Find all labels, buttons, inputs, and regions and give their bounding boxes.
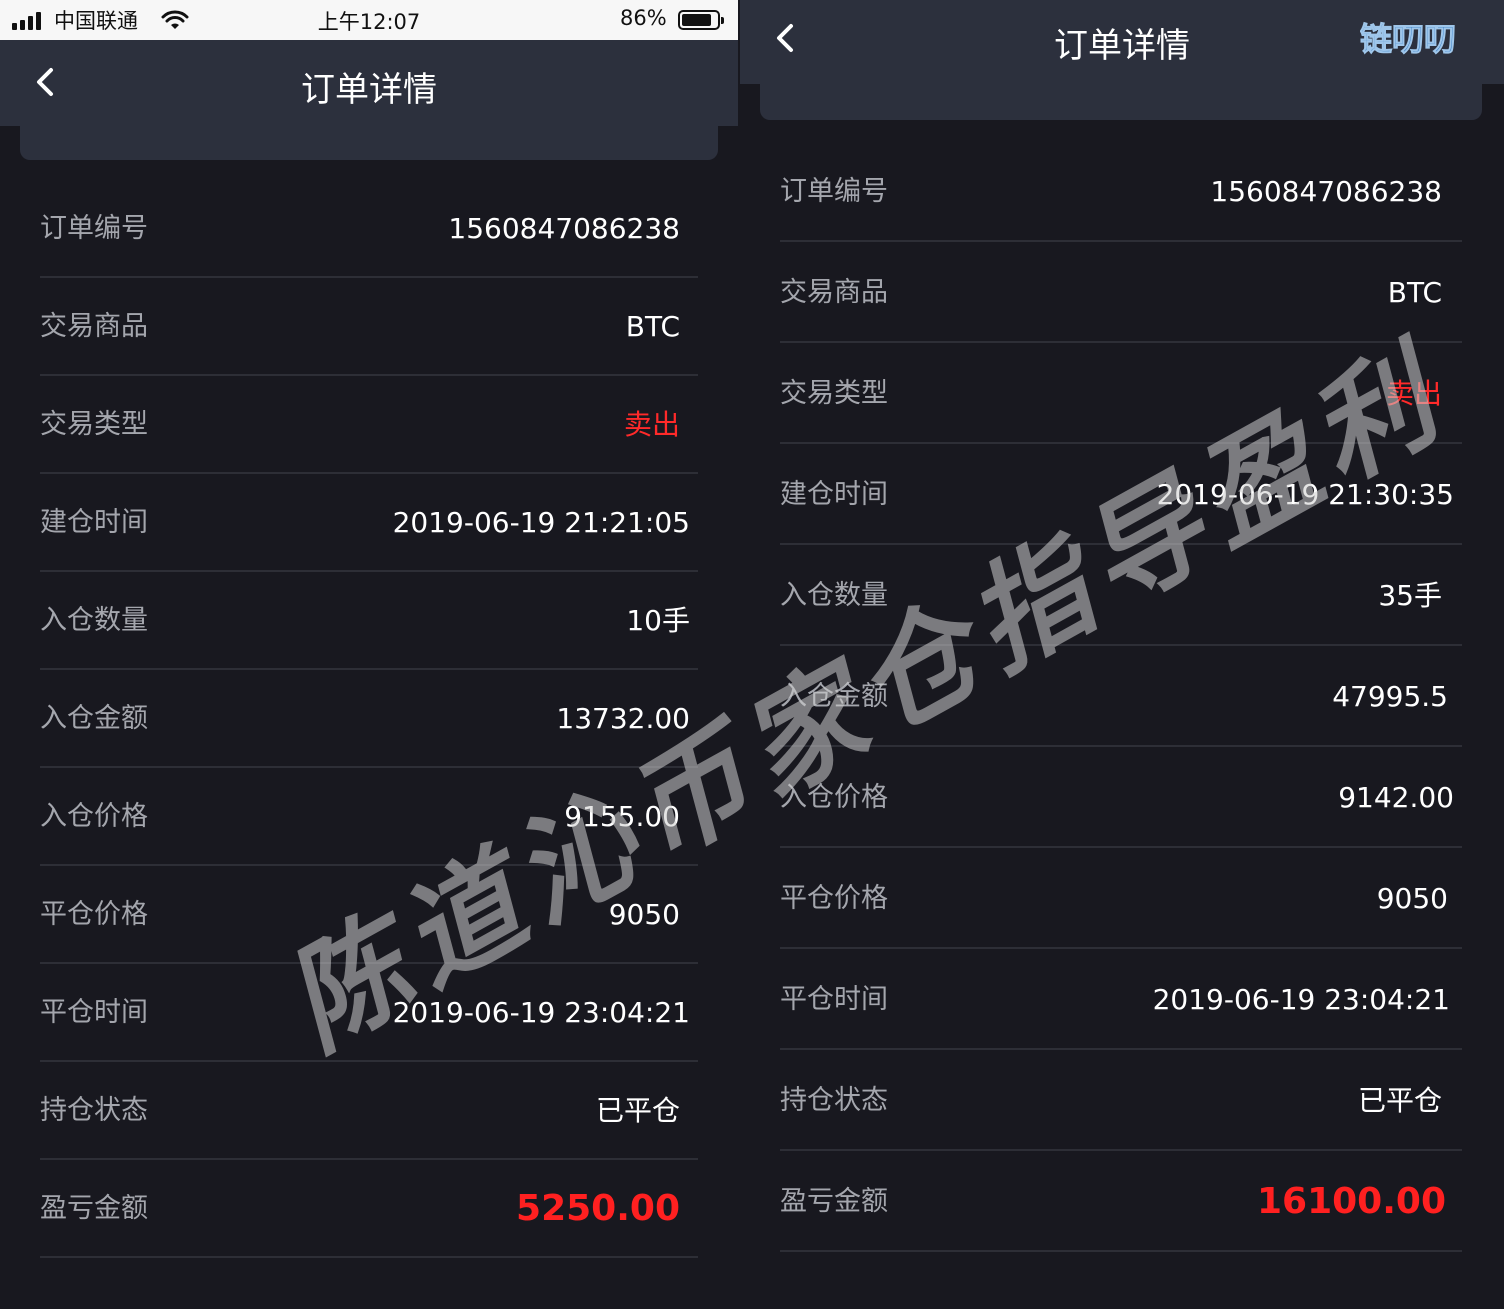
row-position-status: 持仓状态 已平仓 [780, 1050, 1462, 1151]
row-label: 平仓价格 [40, 899, 148, 930]
order-number-value: 1560847086238 [1210, 175, 1442, 208]
product-value: BTC [625, 310, 680, 343]
row-label: 平仓时间 [40, 997, 148, 1028]
row-label: 交易类型 [40, 409, 148, 440]
row-label: 持仓状态 [40, 1095, 148, 1126]
row-label: 交易商品 [40, 311, 148, 342]
row-order-number: 订单编号 1560847086238 [780, 141, 1462, 242]
row-label: 入仓价格 [780, 782, 888, 813]
row-label: 交易商品 [780, 277, 888, 308]
row-open-price: 入仓价格 9155.00 [40, 768, 698, 866]
row-label: 入仓金额 [780, 681, 888, 712]
trade-type-value: 卖出 [623, 408, 680, 441]
row-label: 交易类型 [780, 378, 888, 409]
row-label: 盈亏金额 [40, 1193, 148, 1224]
position-status-value: 已平仓 [595, 1094, 680, 1127]
open-amount-value: 13732.00 [556, 702, 690, 735]
status-bar: 中国联通 上午12:07 86% [0, 0, 738, 40]
open-price-value: 9142.00 [1338, 781, 1454, 814]
row-label: 建仓时间 [780, 479, 888, 510]
product-value: BTC [1387, 276, 1442, 309]
row-close-time: 平仓时间 2019-06-19 23:04:21 [780, 949, 1462, 1050]
row-quantity: 入仓数量 10手 [40, 572, 698, 670]
row-label: 持仓状态 [780, 1085, 888, 1116]
brand-logo-text: 链叨叨 [1360, 20, 1456, 58]
open-time-value: 2019-06-19 21:21:05 [392, 506, 690, 539]
row-label: 建仓时间 [40, 507, 148, 538]
row-open-time: 建仓时间 2019-06-19 21:30:35 [780, 444, 1462, 545]
row-open-price: 入仓价格 9142.00 [780, 747, 1462, 848]
trade-type-value: 卖出 [1385, 377, 1442, 410]
brand-logo: 链叨叨 [1360, 20, 1457, 59]
row-label: 入仓数量 [40, 605, 148, 636]
close-time-value: 2019-06-19 23:04:21 [1152, 983, 1450, 1016]
battery-icon [678, 10, 724, 30]
row-product: 交易商品 BTC [780, 242, 1462, 343]
header-card [20, 120, 718, 160]
row-label: 盈亏金额 [780, 1186, 888, 1217]
position-status-value: 已平仓 [1357, 1084, 1442, 1117]
row-open-amount: 入仓金额 13732.00 [40, 670, 698, 768]
row-product: 交易商品 BTC [40, 278, 698, 376]
row-close-time: 平仓时间 2019-06-19 23:04:21 [40, 964, 698, 1062]
close-time-value: 2019-06-19 23:04:21 [392, 996, 690, 1029]
right-order-detail-screen: 订单详情 链叨叨 订单编号 1560847086238 交易商品 BTC 交易类… [740, 0, 1504, 1309]
close-price-value: 9050 [1376, 882, 1448, 915]
order-number-value: 1560847086238 [448, 212, 680, 245]
row-open-amount: 入仓金额 47995.5 [780, 646, 1462, 747]
row-profit-loss: 盈亏金额 5250.00 [40, 1160, 698, 1258]
row-order-number: 订单编号 1560847086238 [40, 180, 698, 278]
header-card [760, 80, 1482, 120]
open-price-value: 9155.00 [564, 800, 680, 833]
row-label: 入仓价格 [40, 801, 148, 832]
row-trade-type: 交易类型 卖出 [780, 343, 1462, 444]
quantity-value: 35手 [1378, 579, 1442, 612]
row-close-price: 平仓价格 9050 [40, 866, 698, 964]
left-order-detail-screen: 中国联通 上午12:07 86% 订单详情 订单编号 1560847086238… [0, 0, 738, 1309]
row-label: 入仓数量 [780, 580, 888, 611]
close-price-value: 9050 [608, 898, 680, 931]
quantity-value: 10手 [626, 604, 690, 637]
profit-loss-value: 16100.00 [1256, 1181, 1446, 1222]
row-close-price: 平仓价格 9050 [780, 848, 1462, 949]
row-label: 入仓金额 [40, 703, 148, 734]
row-profit-loss: 盈亏金额 16100.00 [780, 1151, 1462, 1252]
row-quantity: 入仓数量 35手 [780, 545, 1462, 646]
row-trade-type: 交易类型 卖出 [40, 376, 698, 474]
open-time-value: 2019-06-19 21:30:35 [1156, 478, 1454, 511]
profit-loss-value: 5250.00 [516, 1188, 680, 1229]
row-label: 平仓时间 [780, 984, 888, 1015]
page-title: 订单详情 [301, 70, 437, 110]
battery-percent: 86% [620, 6, 667, 30]
row-label: 订单编号 [780, 176, 888, 207]
row-label: 订单编号 [40, 213, 148, 244]
row-open-time: 建仓时间 2019-06-19 21:21:05 [40, 474, 698, 572]
row-position-status: 持仓状态 已平仓 [40, 1062, 698, 1160]
row-label: 平仓价格 [780, 883, 888, 914]
open-amount-value: 47995.5 [1332, 680, 1448, 713]
